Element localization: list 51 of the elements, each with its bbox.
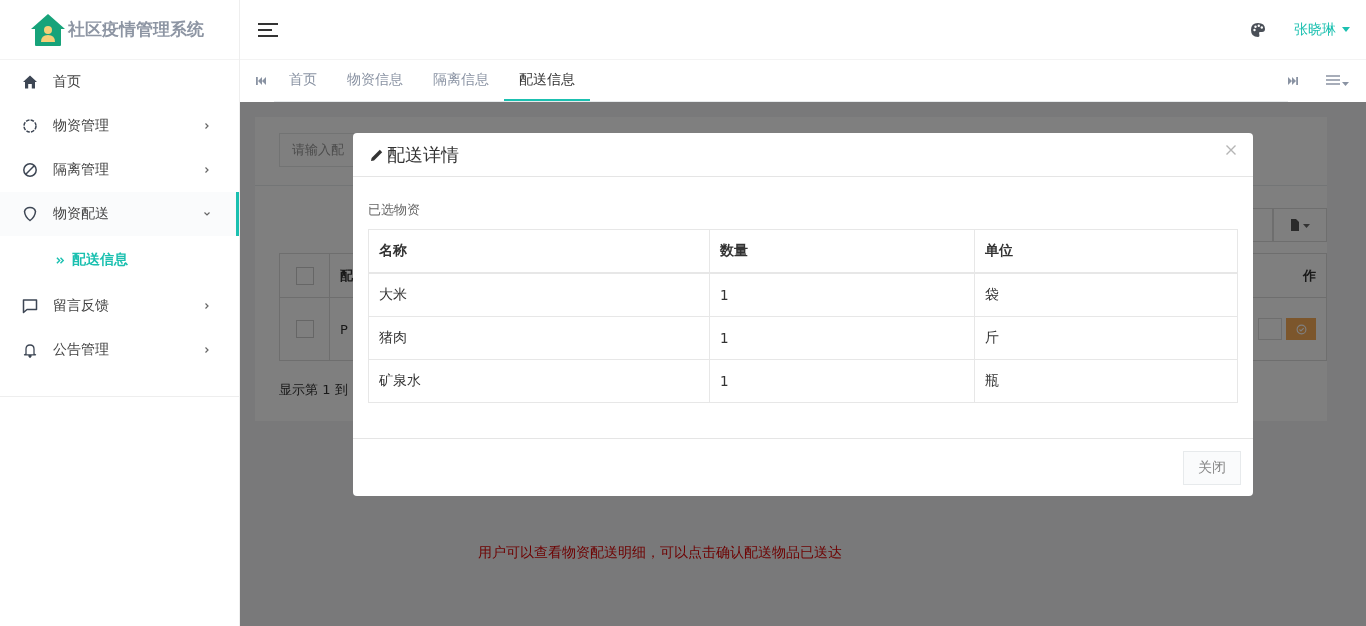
checkbox[interactable]	[295, 266, 314, 285]
check-circle-icon	[1295, 323, 1307, 335]
double-chevron-icon	[56, 255, 65, 265]
last-page-icon[interactable]	[1288, 77, 1298, 85]
shield-icon	[22, 206, 38, 222]
table-header: 作	[1301, 266, 1317, 285]
modal-title: 配送详情	[387, 142, 460, 167]
chevron-icon	[203, 122, 211, 130]
comment-icon	[22, 298, 38, 314]
app-title: 社区疫情管理系统	[68, 18, 204, 41]
menu-icon[interactable]	[258, 22, 278, 37]
list-menu-icon[interactable]	[1326, 75, 1350, 87]
table-cell: 瓶	[974, 360, 1237, 402]
sidebar-item[interactable]: 隔离管理	[0, 148, 239, 192]
sidebar-item[interactable]: 留言反馈	[0, 284, 239, 328]
first-page-icon[interactable]	[256, 77, 266, 85]
section-label: 已选物资	[368, 201, 421, 219]
sidebar-item[interactable]: 公告管理	[0, 328, 239, 372]
table-cell-text: 大米	[378, 285, 408, 304]
column-header: 名称	[378, 241, 408, 260]
home-icon	[22, 74, 38, 90]
table-cell: 1	[709, 274, 974, 316]
table-cell: 1	[709, 317, 974, 359]
palette-icon[interactable]	[1250, 21, 1266, 38]
confirm-button[interactable]	[1286, 318, 1316, 340]
column-header: 数量	[709, 230, 974, 272]
table-cell: 袋	[974, 274, 1237, 316]
table-cell-text: 猪肉	[378, 328, 408, 347]
annotation-text: 用户可以查看物资配送明细，可以点击确认配送物品已送达	[478, 544, 842, 562]
close-button[interactable]: 关闭	[1183, 450, 1241, 485]
caret-icon	[1342, 27, 1350, 32]
sidebar-item[interactable]: 物资管理	[0, 104, 239, 148]
table-cell: 斤	[974, 317, 1237, 359]
chevron-icon	[203, 166, 211, 174]
circle-icon	[22, 118, 38, 134]
house-logo-icon	[30, 12, 66, 47]
chevron-icon	[203, 346, 211, 354]
sidebar-item[interactable]: 首页	[0, 60, 239, 104]
sidebar-item[interactable]: 物资配送	[0, 192, 239, 236]
table-cell: 1	[709, 360, 974, 402]
export-dropdown[interactable]	[1273, 208, 1327, 242]
pencil-icon	[370, 147, 384, 162]
ban-icon	[22, 162, 38, 178]
close-icon[interactable]	[1226, 144, 1236, 155]
chevron-icon	[203, 210, 211, 218]
table-cell-text: 矿泉水	[378, 371, 422, 390]
file-dropdown-icon	[1290, 219, 1310, 231]
chevron-icon	[203, 302, 211, 310]
column-header: 单位	[974, 230, 1237, 272]
checkbox[interactable]	[295, 320, 314, 338]
bell-icon	[22, 342, 38, 358]
